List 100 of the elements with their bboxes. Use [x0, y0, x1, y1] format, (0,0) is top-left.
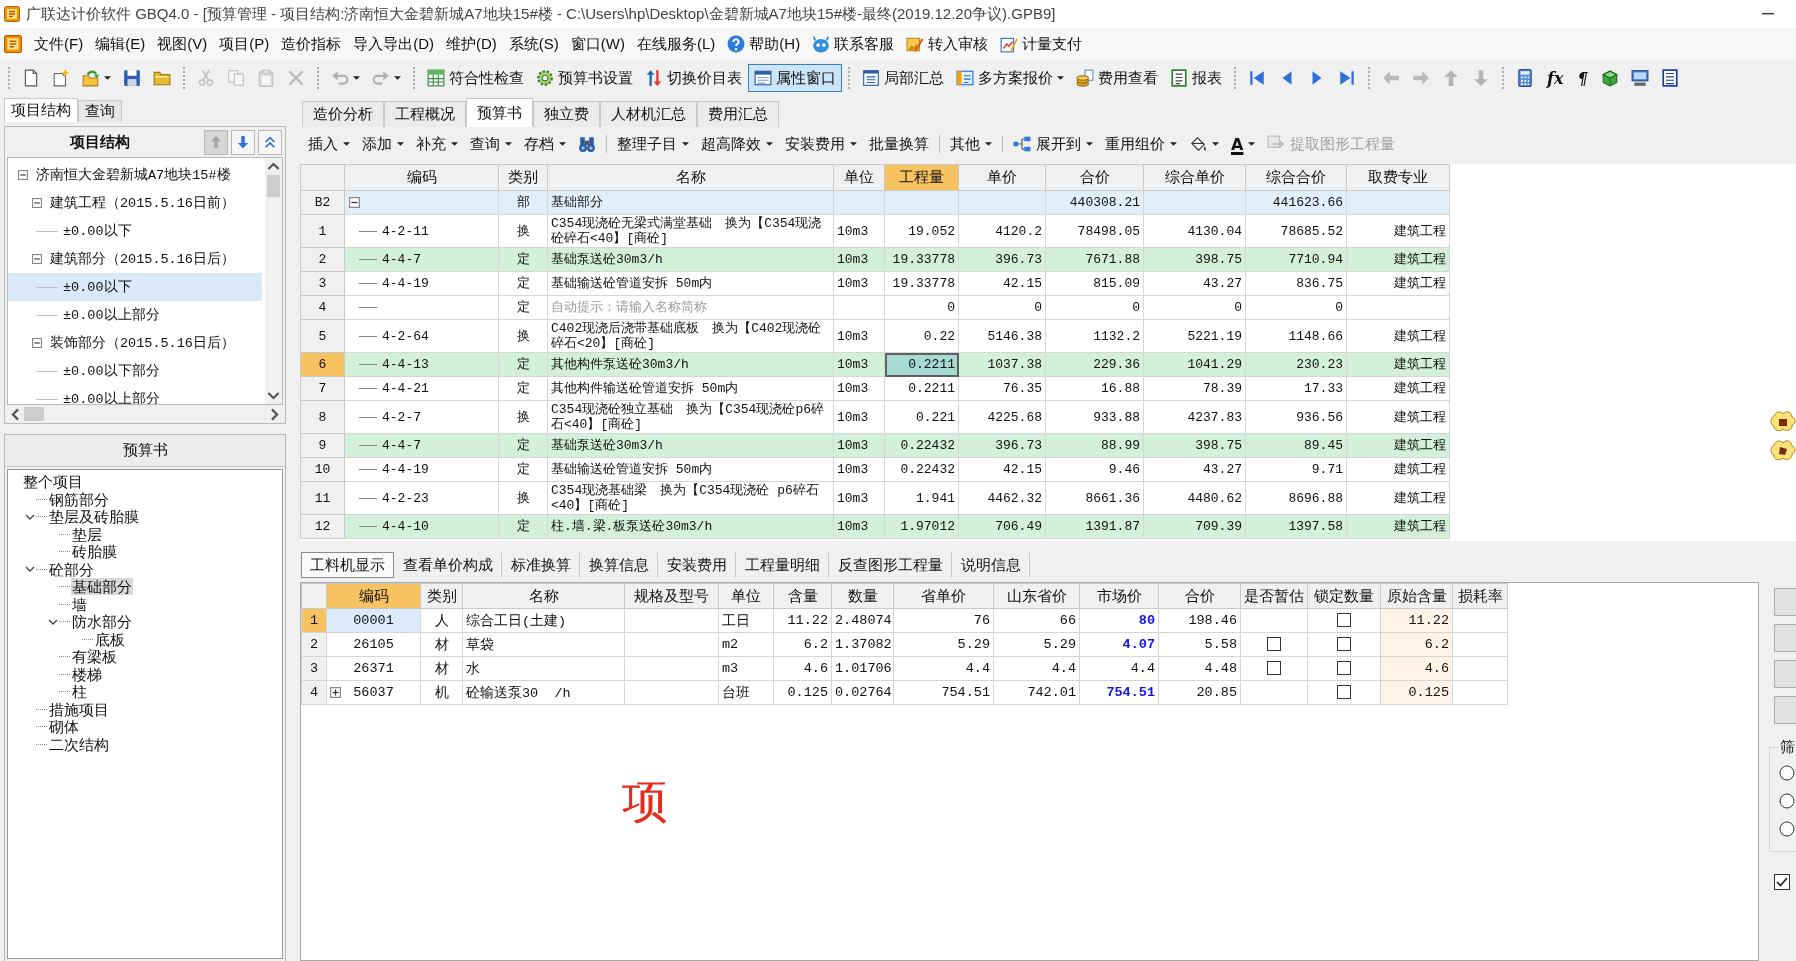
menu-item[interactable]: 窗口(W) [564, 31, 631, 57]
menu-item[interactable]: 联系客服 [806, 31, 901, 57]
checkbox[interactable] [1267, 637, 1281, 652]
symbol-button[interactable]: fx [1540, 64, 1571, 92]
column-header[interactable]: 取费专业 [1346, 164, 1450, 191]
toolbar-button[interactable]: 安装费用 [779, 131, 863, 157]
tree-item[interactable]: 钢筋部分 [48, 490, 110, 508]
column-header[interactable]: 原始含量 [1380, 583, 1453, 609]
column-header[interactable]: 市场价 [1079, 583, 1159, 609]
column-header[interactable]: 单价 [958, 164, 1046, 191]
row-number[interactable]: 4 [301, 680, 327, 705]
row-number[interactable]: 3 [301, 656, 327, 681]
toolbar-button[interactable]: 其他 [944, 131, 998, 157]
menu-item[interactable]: 在线服务(L) [630, 31, 722, 57]
table-row[interactable]: 4 定 自动提示：请输入名称简称 0 0 0 0 0 [300, 295, 1450, 320]
checkbox[interactable] [1774, 874, 1790, 890]
tab[interactable]: 预算书 [466, 98, 533, 127]
radio-button[interactable] [1779, 793, 1795, 809]
column-header[interactable]: 工程量 [884, 164, 959, 191]
row-number[interactable]: 1 [301, 608, 327, 633]
tab[interactable]: 工程量明细 [736, 552, 829, 578]
row-number[interactable]: 6 [300, 352, 345, 377]
column-header[interactable]: 名称 [547, 164, 834, 191]
column-header[interactable]: 单位 [718, 583, 774, 609]
tree-item[interactable]: ±0.00以下 [8, 217, 262, 245]
tab[interactable]: 人材机汇总 [600, 101, 697, 127]
row-number[interactable]: 3 [300, 271, 345, 296]
column-header[interactable]: 编码 [344, 164, 499, 191]
scroll-thumb[interactable] [24, 407, 44, 421]
symbol-button[interactable]: ¶ [1570, 64, 1595, 92]
column-header[interactable]: 编码 [326, 583, 421, 609]
font-color-button[interactable]: A [1225, 131, 1262, 157]
scroll-thumb[interactable] [267, 175, 280, 197]
row-number[interactable]: 11 [300, 481, 345, 515]
tab[interactable]: 说明信息 [952, 552, 1030, 578]
menu-item[interactable]: 系统(S) [502, 31, 565, 57]
row-number[interactable]: 4 [300, 295, 345, 320]
tree-item[interactable]: ±0.00以下 [8, 273, 262, 301]
tab[interactable]: 反查图形工程量 [829, 552, 952, 578]
checkbox[interactable] [1337, 637, 1351, 652]
app-logo-icon[interactable] [4, 35, 22, 53]
tree-item[interactable]: 垫层 [71, 525, 103, 543]
tree-item[interactable]: 砼部分 [48, 560, 95, 578]
table-row[interactable]: 9 4-4-7 定 基础泵送砼30m3/h 10m3 0.22432 396.73 88.99 398.75 89.45 建筑工程 [300, 433, 1450, 458]
menu-item[interactable]: 计量支付 [994, 31, 1089, 57]
toolbar-button[interactable]: 切换价目表 [639, 64, 748, 92]
tree-item[interactable]: 济南恒大金碧新城A7地块15#楼 [8, 161, 262, 189]
column-header[interactable]: 合价 [1045, 164, 1144, 191]
table-row[interactable]: 7 4-4-21 定 其他构件输送砼管道安拆 50m内 10m3 0.2211 76.35 16.88 78.39 17.33 建筑工程 [300, 376, 1450, 401]
tree-item[interactable]: 装饰部分（2015.5.16日后） [8, 329, 262, 357]
tree-item[interactable]: 措施项目 [48, 700, 110, 718]
tree-item[interactable]: 垫层及砖胎膜 [48, 508, 140, 526]
column-header[interactable]: 类别 [420, 583, 463, 609]
toolbar-button[interactable]: 展开到 [1007, 131, 1099, 157]
checkbox[interactable] [1267, 661, 1281, 676]
menu-item[interactable]: 项目(P) [213, 31, 276, 57]
toolbar-button[interactable]: 局部汇总 [856, 64, 950, 92]
tab[interactable]: 查看单价构成 [394, 552, 502, 578]
toolbar-button[interactable]: 存档 [518, 131, 572, 157]
table-row[interactable]: 6 4-4-13 定 其他构件泵送砼30m3/h 10m3 0.2211 1037.38 229.36 1041.29 230.23 建筑工程 [300, 352, 1450, 377]
tab[interactable]: 查询 [78, 100, 122, 122]
tree-item[interactable]: 有梁板 [71, 648, 118, 666]
table-row[interactable]: 3 4-4-19 定 基础输送砼管道安拆 50m内 10m3 19.33778 42.15 815.09 43.27 836.75 建筑工程 [300, 271, 1450, 296]
menu-item[interactable]: 转入审核 [900, 31, 995, 57]
tree-item[interactable]: 柱 [71, 683, 88, 701]
collapse-icon[interactable] [349, 197, 360, 209]
table-row[interactable]: 1 4-2-11 换 C354现浇砼无梁式满堂基础 换为【C354现浇砼碎石<40】[商砼] 10m3 19.052 4120.2 78498.05 4130.04 78685.52 建筑工程 [300, 214, 1450, 248]
toolbar-button[interactable]: 插入 [302, 131, 356, 157]
row-number[interactable]: 1 [300, 214, 345, 248]
column-header[interactable]: 类别 [498, 164, 548, 191]
tab[interactable]: 工料机显示 [301, 552, 394, 578]
tree-item[interactable]: 楼梯 [71, 665, 103, 683]
radio-button[interactable] [1779, 821, 1795, 837]
tree-item[interactable]: 整个项目 [22, 473, 84, 491]
collapse-all-button[interactable] [258, 129, 282, 155]
radio-button[interactable] [1779, 765, 1795, 781]
toolbar-button[interactable]: 重用组价 [1099, 131, 1183, 157]
table-row[interactable]: 5 4-2-64 换 C402现浇后浇带基础底板 换为【C402现浇砼碎石<20】[商砼] 10m3 0.22 5146.38 1132.2 5221.19 1148.66 建筑工程 [300, 319, 1450, 353]
toolbar-button[interactable]: 批量换算 [863, 131, 935, 157]
toolbar-button[interactable]: 超高降效 [695, 131, 779, 157]
tree-item[interactable]: 砌体 [48, 718, 80, 736]
tab[interactable]: 费用汇总 [697, 101, 779, 127]
tree-item[interactable]: 砖胎膜 [71, 543, 118, 561]
table-row[interactable]: 8 4-2-7 换 C354现浇砼独立基础 换为【C354现浇砼p6碎石<40】[商砼] 10m3 0.221 4225.68 933.88 4237.83 936.56 建筑工程 [300, 400, 1450, 434]
menu-item[interactable]: 文件(F) [28, 31, 90, 57]
toolbar-button[interactable]: 整理子目 [611, 131, 695, 157]
table-row[interactable]: 10 4-4-19 定 基础输送砼管道安拆 50m内 10m3 0.22432 42.15 9.46 43.27 9.71 建筑工程 [300, 457, 1450, 482]
toolbar-button[interactable]: 费用查看 [1070, 64, 1164, 92]
row-number[interactable]: B2 [300, 190, 345, 215]
toolbar-button[interactable]: 添加 [356, 131, 410, 157]
menu-item[interactable]: 帮助(H) [721, 31, 807, 57]
toolbar-button[interactable]: 属性窗口 [748, 64, 842, 92]
menu-item[interactable]: 造价指标 [275, 31, 348, 57]
column-header[interactable]: 锁定数量 [1307, 583, 1381, 609]
menu-item[interactable]: 维护(D) [440, 31, 503, 57]
tree-item[interactable]: 底板 [94, 630, 126, 648]
column-header[interactable]: 名称 [462, 583, 625, 609]
table-row[interactable]: B2 部 基础部分 440308.21 441623.66 [300, 190, 1450, 215]
tree-item[interactable]: 防水部分 [71, 613, 133, 631]
expand-icon[interactable] [330, 687, 341, 698]
